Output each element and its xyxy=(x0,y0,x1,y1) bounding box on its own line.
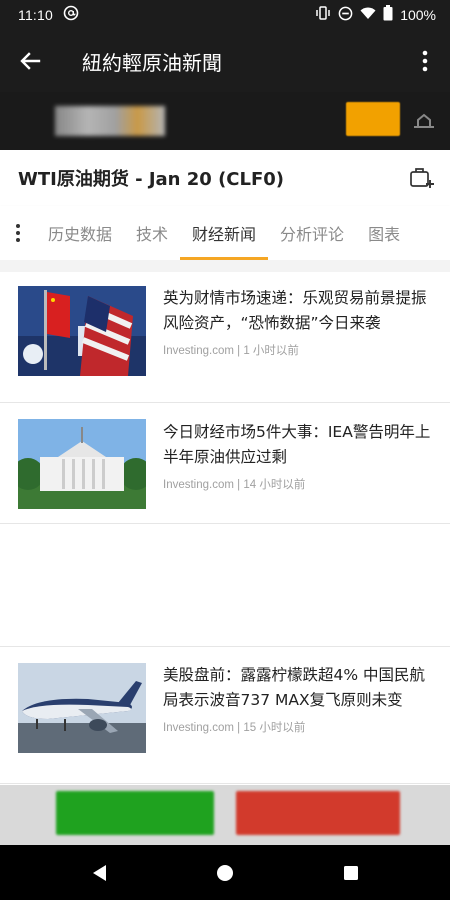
news-meta: Investing.com | 14 小时以前 xyxy=(163,479,306,491)
list-item[interactable]: 美股盘前：露露柠檬跌超4% 中国民航局表示波音737 MAX复飞原则未变 Inv… xyxy=(0,646,450,784)
tab-technical[interactable]: 技术 xyxy=(124,206,180,260)
more-options-icon[interactable] xyxy=(400,30,450,92)
boeing-plane-photo-icon xyxy=(18,663,146,753)
divider xyxy=(0,260,450,272)
news-source: Investing.com xyxy=(163,722,234,734)
tab-news[interactable]: 财经新闻 xyxy=(180,206,269,260)
sell-button[interactable] xyxy=(236,791,400,835)
news-meta: Investing.com | 15 小时以前 xyxy=(163,722,306,734)
news-meta: Investing.com | 1 小时以前 xyxy=(163,345,299,357)
wifi-icon xyxy=(360,6,376,24)
flags-press-photo-icon xyxy=(18,286,146,376)
news-source: Investing.com xyxy=(163,345,234,357)
nav-back-icon[interactable] xyxy=(84,858,114,888)
list-item[interactable]: 英为财情市场速递：乐观贸易前景提振风险资产，“恐怖数据”今日来袭 Investi… xyxy=(0,272,450,403)
tabs-menu-icon[interactable] xyxy=(0,206,36,260)
news-headline[interactable]: 今日财经市场5件大事：IEA警告明年上半年原油供应过剩 xyxy=(163,420,433,470)
tab-analysis[interactable]: 分析评论 xyxy=(268,206,356,260)
news-time: 14 小时以前 xyxy=(243,479,306,491)
buy-button[interactable] xyxy=(56,791,214,835)
trade-action-bar xyxy=(0,785,450,845)
add-to-portfolio-icon[interactable] xyxy=(408,164,436,192)
ad-logo xyxy=(55,106,165,136)
ad-banner[interactable] xyxy=(0,92,450,150)
list-item[interactable]: 今日财经市场5件大事：IEA警告明年上半年原油供应过剩 Investing.co… xyxy=(0,404,450,524)
tab-bar: 历史数据 技术 财经新闻 分析评论 图表 xyxy=(0,206,450,260)
news-headline[interactable]: 英为财情市场速递：乐观贸易前景提振风险资产，“恐怖数据”今日来袭 xyxy=(163,286,433,336)
news-time: 15 小时以前 xyxy=(243,722,306,734)
nav-recents-icon[interactable] xyxy=(336,858,366,888)
do-not-disturb-icon xyxy=(338,6,353,25)
system-nav-bar xyxy=(0,845,450,900)
page-title: 紐約輕原油新聞 xyxy=(82,50,222,75)
vibrate-icon xyxy=(315,6,331,24)
ad-info-icon xyxy=(412,112,436,130)
white-house-photo-icon xyxy=(18,419,146,509)
back-arrow-icon[interactable] xyxy=(0,30,60,92)
news-source: Investing.com xyxy=(163,479,234,491)
battery-icon xyxy=(383,5,393,25)
nav-home-icon[interactable] xyxy=(210,858,240,888)
instrument-title: WTI原油期货 - Jan 20 (CLF0) xyxy=(18,169,285,190)
instrument-header: WTI原油期货 - Jan 20 (CLF0) xyxy=(0,150,450,206)
app-bar: 紐約輕原油新聞 xyxy=(0,30,450,92)
battery-percent: 100% xyxy=(400,7,436,23)
news-headline[interactable]: 美股盘前：露露柠檬跌超4% 中国民航局表示波音737 MAX复飞原则未变 xyxy=(163,663,433,713)
status-bar: 11:10 100% xyxy=(0,0,450,30)
news-time: 1 小时以前 xyxy=(243,345,299,357)
at-sign-icon xyxy=(63,5,79,25)
status-time: 11:10 xyxy=(18,7,53,23)
tab-historical-data[interactable]: 历史数据 xyxy=(36,206,124,260)
ad-cta-button[interactable] xyxy=(346,102,400,136)
tab-chart[interactable]: 图表 xyxy=(356,206,412,260)
